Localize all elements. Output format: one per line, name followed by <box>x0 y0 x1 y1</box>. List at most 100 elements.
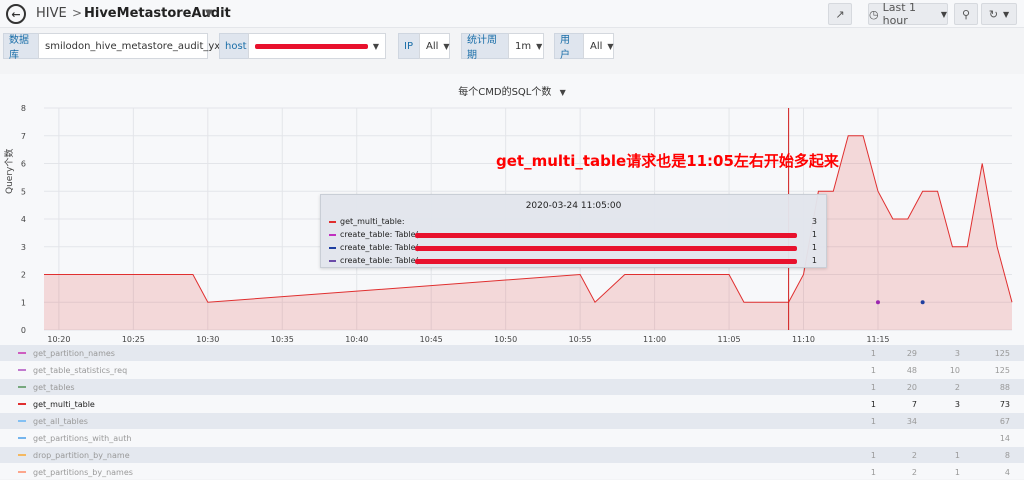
series-swatch[interactable] <box>18 420 26 422</box>
legend-value: 125 <box>994 349 1010 358</box>
legend-value: 1 <box>954 451 960 460</box>
series-swatch <box>329 247 336 249</box>
database-value: smilodon_hive_metastore_audit_yx <box>45 40 221 52</box>
hover-tooltip: 2020-03-24 11:05:00 get_multi_table: 3 cre… <box>320 194 827 268</box>
search-icon: ⚲ <box>961 7 971 21</box>
legend-row[interactable]: get_all_tables 1 34 67 <box>0 413 1024 429</box>
tooltip-row: create_table: Table( 1 <box>327 255 822 268</box>
legend-value: 20 <box>906 383 917 392</box>
legend-value: 3 <box>954 349 960 358</box>
x-tick-label: 10:55 <box>569 335 592 344</box>
tooltip-series-name: create_table: Table( <box>340 256 419 265</box>
series-swatch[interactable] <box>18 437 26 439</box>
chevron-down-icon: ▼ <box>443 41 450 51</box>
time-picker-button[interactable]: ◷ Last 1 hour ▼ <box>868 1 948 27</box>
legend-series-name[interactable]: get_partitions_by_names <box>33 468 133 477</box>
x-tick-label: 10:45 <box>420 335 443 344</box>
legend-value: 1 <box>870 383 876 392</box>
breadcrumb-folder[interactable]: HIVE <box>36 6 67 21</box>
y-tick-label: 0 <box>21 326 26 335</box>
graph-panel: 每个CMD的SQL个数 ▼ Query个数 0 1 2 3 4 5 6 7 8 10:20 10:2… <box>0 74 1024 479</box>
tooltip-value: 1 <box>811 243 817 252</box>
legend-value: 29 <box>906 349 917 358</box>
x-tick-label: 10:20 <box>47 335 70 344</box>
x-tick-label: 10:40 <box>345 335 368 344</box>
chevron-down-icon: ▼ <box>536 41 543 51</box>
tooltip-time: 2020-03-24 11:05:00 <box>525 201 622 211</box>
tooltip-series-name: get_multi_table: <box>340 217 405 226</box>
database-label: 数据库 <box>3 33 39 61</box>
legend-series-name[interactable]: get_all_tables <box>33 417 88 426</box>
ip-select[interactable]: All ▼ <box>419 33 450 59</box>
legend-value: 1 <box>870 366 876 375</box>
share-button[interactable]: ↗ <box>828 3 852 25</box>
legend-row[interactable]: drop_partition_by_name 1 2 1 8 <box>0 447 1024 463</box>
y-tick-label: 8 <box>21 104 26 113</box>
database-select[interactable]: smilodon_hive_metastore_audit_yx ▼ <box>38 33 231 59</box>
legend-series-name[interactable]: get_multi_table <box>33 400 95 409</box>
legend-value: 1 <box>870 468 876 477</box>
user-select[interactable]: All ▼ <box>583 33 614 59</box>
period-select[interactable]: 1m ▼ <box>508 33 544 59</box>
time-range-label: Last 1 hour <box>882 1 917 27</box>
breadcrumb-separator: > <box>72 6 83 20</box>
legend-series-name[interactable]: get_partition_names <box>33 349 115 358</box>
x-tick-label: 11:05 <box>718 335 741 344</box>
series-swatch <box>329 260 336 262</box>
legend-value: 4 <box>1004 468 1010 477</box>
legend-row[interactable]: get_tables 1 20 2 88 <box>0 379 1024 395</box>
host-select[interactable]: ▼ <box>248 33 386 59</box>
y-tick-label: 3 <box>21 243 26 252</box>
series-swatch[interactable] <box>18 403 26 405</box>
share-icon: ↗ <box>835 7 845 21</box>
legend-value: 67 <box>999 417 1010 426</box>
legend-row[interactable]: get_multi_table 1 7 3 73 <box>0 396 1024 412</box>
series-swatch[interactable] <box>18 352 26 354</box>
y-tick-label: 4 <box>21 215 26 224</box>
series-swatch[interactable] <box>18 386 26 388</box>
legend-series-name[interactable]: get_partitions_with_auth <box>33 434 131 443</box>
legend-value: 3 <box>954 400 960 409</box>
series-swatch <box>329 221 336 223</box>
tooltip-row: create_table: Table(1 <box>327 242 822 255</box>
top-navbar: ← HIVE > HiveMetastoreAudit ▼ ↗ ◷ Last 1… <box>0 0 1024 28</box>
ip-label: IP <box>398 33 420 59</box>
tooltip-value: 1 <box>811 230 817 239</box>
legend-series-name[interactable]: drop_partition_by_name <box>33 451 130 460</box>
legend-value: 10 <box>949 366 960 375</box>
tooltip-series-name: create_table: Table( <box>340 230 419 239</box>
x-tick-label: 11:10 <box>792 335 815 344</box>
legend-series-name[interactable]: get_tables <box>33 383 75 392</box>
series-swatch[interactable] <box>18 454 26 456</box>
template-variables: 数据库 smilodon_hive_metastore_audit_yx ▼ h… <box>0 30 1024 62</box>
legend-value: 88 <box>999 383 1010 392</box>
chevron-down-icon[interactable]: ▼ <box>205 8 213 19</box>
refresh-button[interactable]: ↻ ▼ <box>981 3 1017 25</box>
redacted-value <box>415 246 797 251</box>
legend-row[interactable]: get_partitions_with_auth 14 <box>0 430 1024 446</box>
legend-row[interactable]: get_partitions_by_names 1 2 1 4 <box>0 464 1024 480</box>
legend-value: 7 <box>911 400 917 409</box>
x-tick-label: 10:25 <box>122 335 145 344</box>
ip-value: All <box>426 40 439 52</box>
legend-value: 14 <box>999 434 1010 443</box>
legend-value: 1 <box>954 468 960 477</box>
series-swatch[interactable] <box>18 369 26 371</box>
redacted-value <box>255 43 368 49</box>
y-tick-label: 6 <box>21 160 26 169</box>
redacted-value <box>415 233 797 238</box>
y-tick-label: 1 <box>21 298 26 307</box>
zoom-out-button[interactable]: ⚲ <box>954 3 978 25</box>
tooltip-value: 1 <box>811 256 817 265</box>
legend-series-name[interactable]: get_table_statistics_req <box>33 366 127 375</box>
chevron-down-icon: ▼ <box>372 41 379 51</box>
legend-value: 125 <box>994 366 1010 375</box>
legend-row[interactable]: get_partition_names 1 29 3 125 <box>0 345 1024 361</box>
series-swatch[interactable] <box>18 471 26 473</box>
tooltip-row: create_table: Table( 1 <box>327 229 822 242</box>
legend-value: 2 <box>911 468 917 477</box>
y-tick-label: 7 <box>21 132 26 141</box>
legend-row[interactable]: get_table_statistics_req 1 48 10 125 <box>0 362 1024 378</box>
back-button[interactable]: ← <box>6 4 26 24</box>
data-point <box>920 300 925 305</box>
